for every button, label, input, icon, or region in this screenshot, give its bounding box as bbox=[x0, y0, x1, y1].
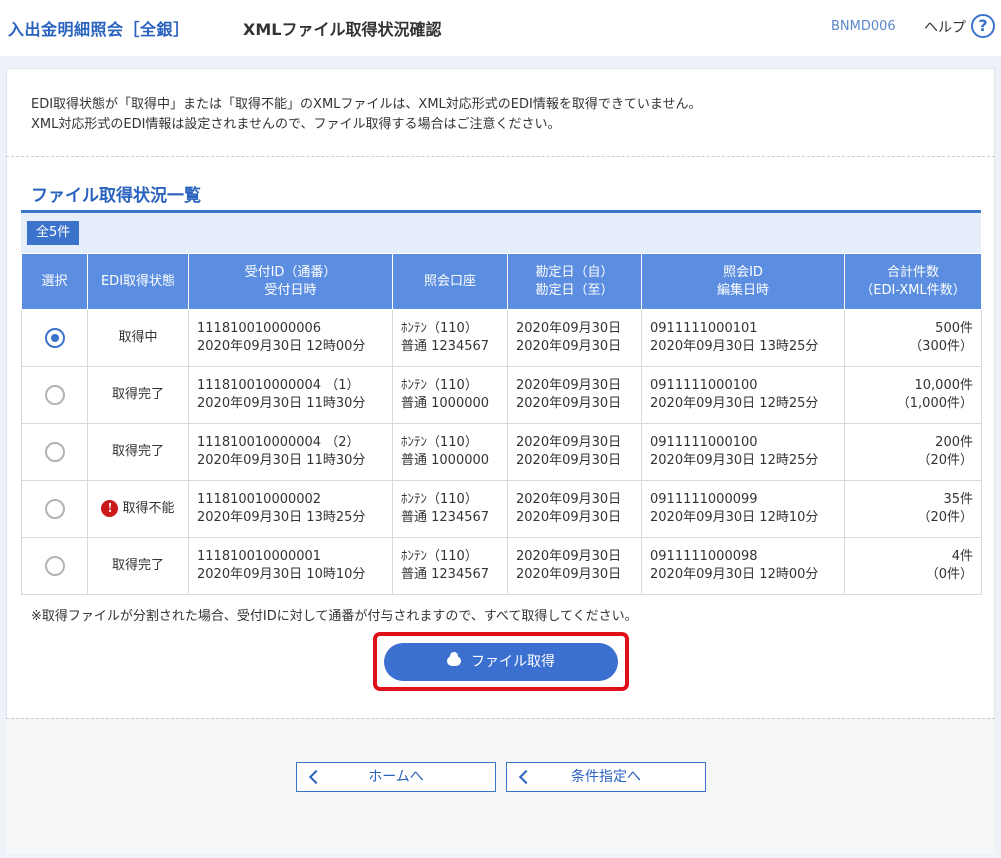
file-status-table: 選択 EDI取得状態 受付ID（通番） 受付日時 照会口座 勘定日（自） 勘定日（至… bbox=[21, 253, 982, 595]
table-row: 取得完了 111810010000004 （1） 2020年09月30日 11時3… bbox=[21, 366, 982, 424]
col-header-total: 合計件数 （EDI-XML件数） bbox=[844, 253, 982, 310]
section-title: ファイル取得状況一覧 bbox=[31, 186, 201, 206]
inquiry-cell: 0911111000101 2020年09月30日 13時25分 bbox=[641, 309, 845, 367]
count-badge: 全5件 bbox=[27, 221, 80, 245]
table-row: ! 取得不能 111810010000002 2020年09月30日 13時25分 … bbox=[21, 480, 982, 538]
receipt-cell: 111810010000002 2020年09月30日 13時25分 bbox=[188, 480, 393, 538]
total-cell: 500件 （300件） bbox=[844, 309, 982, 367]
divider bbox=[6, 156, 995, 157]
select-cell bbox=[21, 366, 88, 424]
col-header-dates: 勘定日（自） 勘定日（至） bbox=[507, 253, 642, 310]
receipt-cell: 111810010000004 （2） 2020年09月30日 11時30分 bbox=[188, 423, 393, 481]
total-cell: 200件 （20件） bbox=[844, 423, 982, 481]
count-bar: 全5件 bbox=[21, 213, 981, 253]
col-header-select: 選択 bbox=[21, 253, 88, 310]
home-button[interactable]: ホームへ bbox=[296, 762, 496, 792]
account-cell: ﾎﾝﾃﾝ（110） 普通 1234567 bbox=[392, 537, 508, 595]
select-cell bbox=[21, 537, 88, 595]
dates-cell: 2020年09月30日 2020年09月30日 bbox=[507, 537, 642, 595]
screen-id: BNMD006 bbox=[831, 19, 896, 34]
account-cell: ﾎﾝﾃﾝ（110） 普通 1234567 bbox=[392, 480, 508, 538]
col-header-account: 照会口座 bbox=[392, 253, 508, 310]
question-circle-icon[interactable]: ? bbox=[971, 14, 995, 38]
receipt-cell: 111810010000006 2020年09月30日 12時00分 bbox=[188, 309, 393, 367]
page-header: 入出金明細照会［全銀］ XMLファイル取得状況確認 BNMD006 ヘルプ ? bbox=[0, 0, 1001, 56]
inquiry-cell: 0911111000100 2020年09月30日 12時25分 bbox=[641, 366, 845, 424]
table-row: 取得中 111810010000006 2020年09月30日 12時00分 ﾎﾝ… bbox=[21, 309, 982, 367]
notice-line-1: EDI取得状態が「取得中」または「取得不能」のXMLファイルは、XML対応形式の… bbox=[31, 97, 702, 112]
error-icon: ! bbox=[101, 500, 119, 517]
help-link[interactable]: ヘルプ bbox=[924, 17, 966, 37]
dates-cell: 2020年09月30日 2020年09月30日 bbox=[507, 366, 642, 424]
total-cell: 4件 （0件） bbox=[844, 537, 982, 595]
inquiry-cell: 0911111000098 2020年09月30日 12時00分 bbox=[641, 537, 845, 595]
conditions-label: 条件指定へ bbox=[571, 769, 641, 785]
select-cell bbox=[21, 480, 88, 538]
col-header-inquiry-id: 照会ID 編集日時 bbox=[641, 253, 845, 310]
receipt-cell: 111810010000004 （1） 2020年09月30日 11時30分 bbox=[188, 366, 393, 424]
col-header-edi-status: EDI取得状態 bbox=[87, 253, 189, 310]
file-fetch-label: ファイル取得 bbox=[471, 654, 555, 670]
table-row: 取得完了 111810010000001 2020年09月30日 10時10分 ﾎ… bbox=[21, 537, 982, 595]
account-cell: ﾎﾝﾃﾝ（110） 普通 1234567 bbox=[392, 309, 508, 367]
dates-cell: 2020年09月30日 2020年09月30日 bbox=[507, 423, 642, 481]
table-header-row: 選択 EDI取得状態 受付ID（通番） 受付日時 照会口座 勘定日（自） 勘定日（至… bbox=[21, 253, 982, 310]
account-cell: ﾎﾝﾃﾝ（110） 普通 1000000 bbox=[392, 423, 508, 481]
dates-cell: 2020年09月30日 2020年09月30日 bbox=[507, 480, 642, 538]
select-cell bbox=[21, 423, 88, 481]
footnote: ※取得ファイルが分割された場合、受付IDに対して通番が付与されますので、すべて取… bbox=[31, 609, 638, 624]
status-cell: 取得完了 bbox=[87, 423, 189, 481]
row-radio[interactable] bbox=[44, 499, 65, 519]
breadcrumb: 入出金明細照会［全銀］ bbox=[8, 20, 190, 39]
total-cell: 35件 （20件） bbox=[844, 480, 982, 538]
col-header-receipt-id: 受付ID（通番） 受付日時 bbox=[188, 253, 393, 310]
home-label: ホームへ bbox=[368, 769, 424, 785]
receipt-cell: 111810010000001 2020年09月30日 10時10分 bbox=[188, 537, 393, 595]
navigation-area bbox=[6, 718, 995, 854]
notice-text: EDI取得状態が「取得中」または「取得不能」のXMLファイルは、XML対応形式の… bbox=[31, 95, 701, 135]
cloud-download-icon bbox=[447, 652, 461, 666]
table-row: 取得完了 111810010000004 （2） 2020年09月30日 11時3… bbox=[21, 423, 982, 481]
account-cell: ﾎﾝﾃﾝ（110） 普通 1000000 bbox=[392, 366, 508, 424]
inquiry-cell: 0911111000099 2020年09月30日 12時10分 bbox=[641, 480, 845, 538]
row-radio[interactable] bbox=[44, 385, 65, 405]
total-cell: 10,000件 （1,000件） bbox=[844, 366, 982, 424]
notice-line-2: XML対応形式のEDI情報は設定されませんので、ファイル取得する場合はご注意くだ… bbox=[31, 117, 561, 132]
inquiry-cell: 0911111000100 2020年09月30日 12時25分 bbox=[641, 423, 845, 481]
status-cell: 取得完了 bbox=[87, 537, 189, 595]
select-cell bbox=[21, 309, 88, 367]
status-cell: ! 取得不能 bbox=[87, 480, 189, 538]
file-fetch-button[interactable]: ファイル取得 bbox=[384, 643, 618, 681]
status-cell: 取得完了 bbox=[87, 366, 189, 424]
row-radio[interactable] bbox=[44, 328, 65, 348]
conditions-button[interactable]: 条件指定へ bbox=[506, 762, 706, 792]
status-cell: 取得中 bbox=[87, 309, 189, 367]
row-radio[interactable] bbox=[44, 556, 65, 576]
row-radio[interactable] bbox=[44, 442, 65, 462]
page-title: XMLファイル取得状況確認 bbox=[243, 20, 442, 39]
dates-cell: 2020年09月30日 2020年09月30日 bbox=[507, 309, 642, 367]
